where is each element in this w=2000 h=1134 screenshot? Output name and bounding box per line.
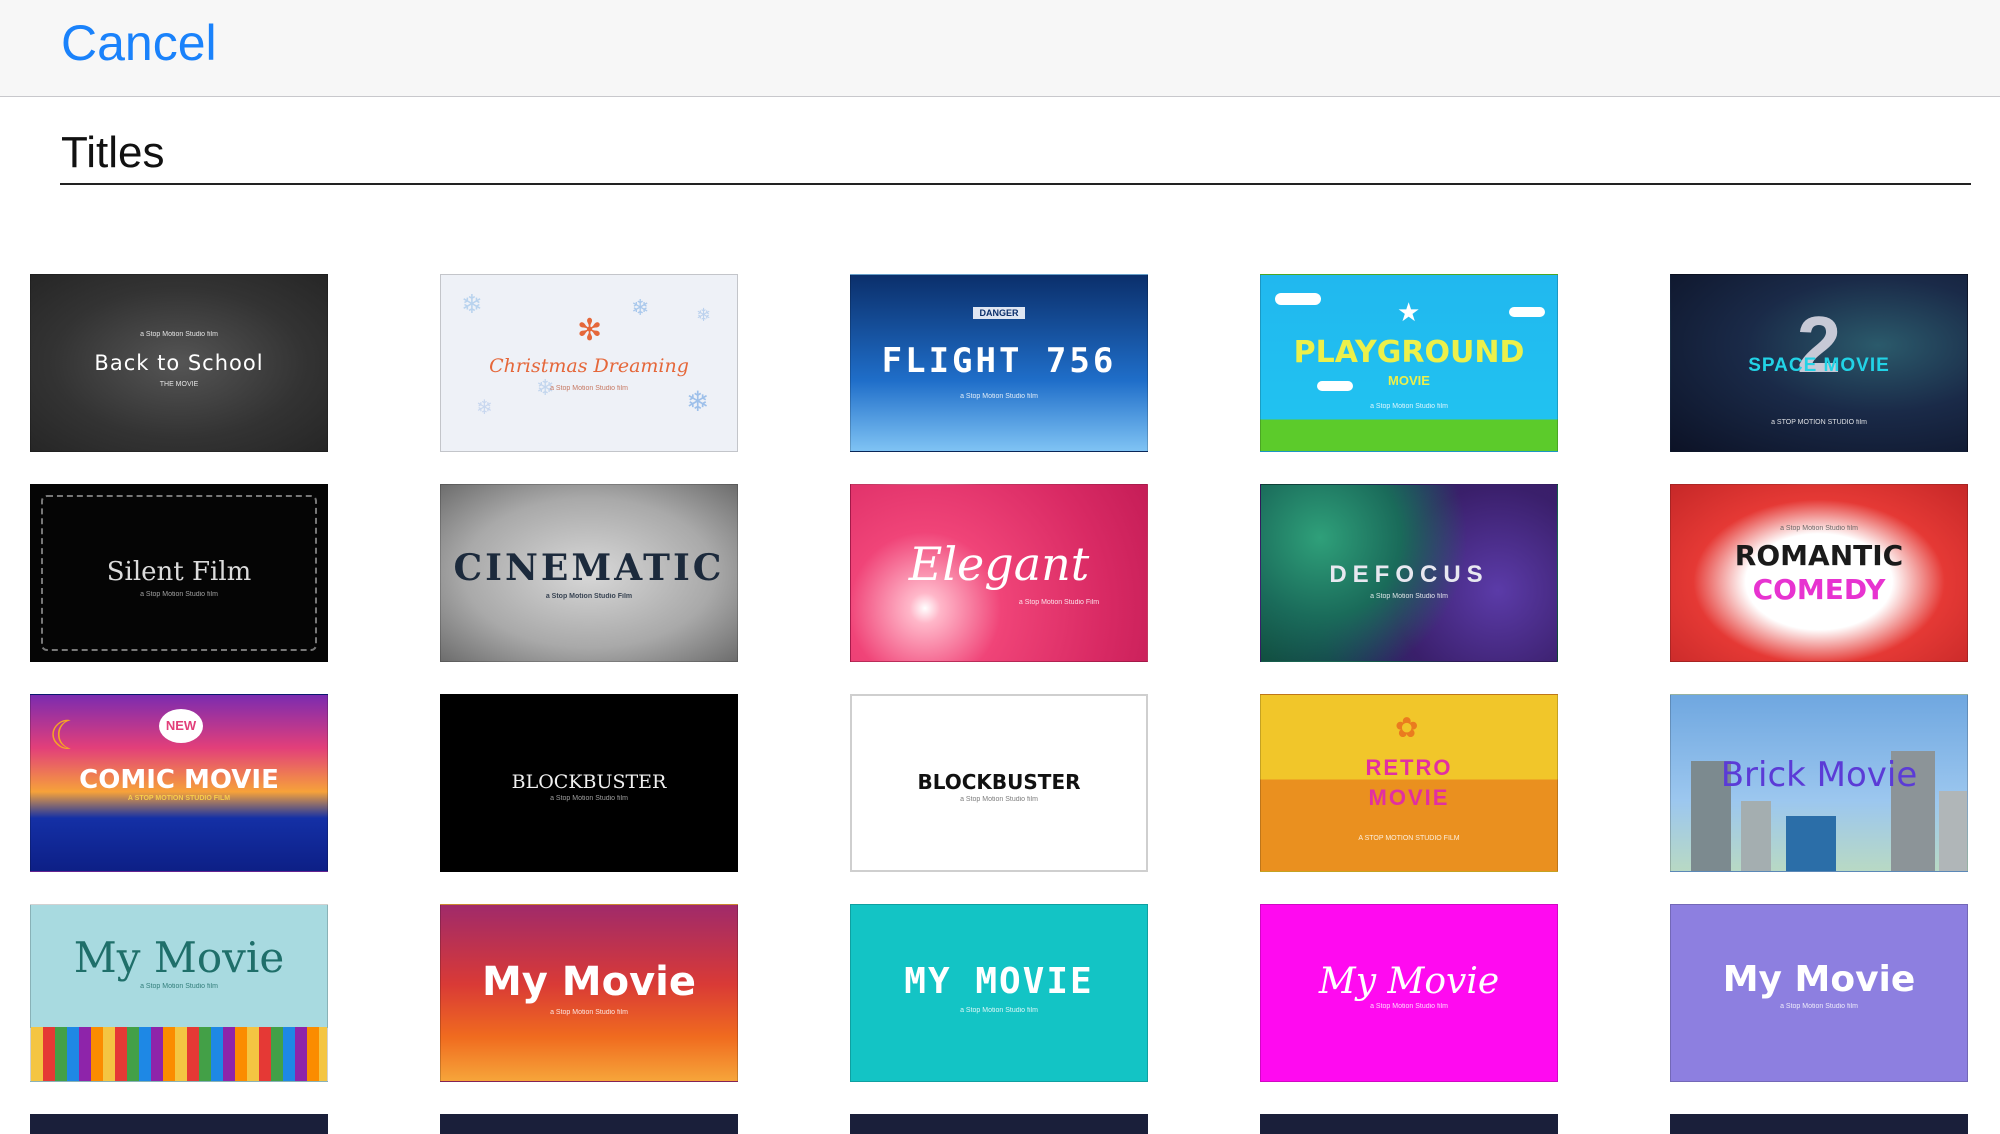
tile-title: Christmas Dreaming: [489, 355, 689, 377]
tile-title: MY MOVIE: [904, 961, 1094, 1002]
snowflake-icon: ❄: [696, 305, 712, 325]
tile-title-line2: MOVIE: [1368, 785, 1450, 810]
tile-partial[interactable]: [30, 1114, 328, 1134]
tile-flight-756[interactable]: DANGER FLIGHT 756 a Stop Motion Studio f…: [850, 274, 1148, 452]
snowflake-icon: ❄: [476, 397, 493, 419]
tile-subtitle: a Stop Motion Studio film: [140, 591, 218, 598]
tile-title: CINEMATIC: [453, 547, 725, 589]
tile-subtitle: a Stop Motion Studio film: [140, 983, 218, 990]
tile-subtitle: a STOP MOTION STUDIO film: [1771, 419, 1867, 426]
tile-subtitle: a Stop Motion Studio film: [550, 385, 628, 392]
tile-title: Elegant: [908, 537, 1090, 591]
tile-title: Silent Film: [106, 557, 252, 587]
tile-silent-film[interactable]: Silent Film a Stop Motion Studio film: [30, 484, 328, 662]
tile-title: My Movie: [1318, 961, 1500, 1002]
tile-retro-movie[interactable]: ✿ RETRO MOVIE A STOP MOTION STUDIO FILM: [1260, 694, 1558, 872]
flower-icon: ✿: [1395, 712, 1419, 743]
tile-partial[interactable]: [1260, 1114, 1558, 1134]
snowflake-icon: ❄: [461, 289, 483, 319]
tile-badge: NEW: [159, 709, 203, 743]
tile-subtitle: a Stop Motion Studio film: [960, 796, 1038, 803]
tile-my-movie-pencils[interactable]: My Movie a Stop Motion Studio film: [30, 904, 328, 1082]
tile-my-movie-magenta[interactable]: My Movie a Stop Motion Studio film: [1260, 904, 1558, 1082]
tile-partial[interactable]: [850, 1114, 1148, 1134]
tile-subtitle: a Stop Motion Studio film: [550, 795, 628, 802]
tile-tagline: a Stop Motion Studio film: [1780, 525, 1858, 532]
tile-title: COMIC MOVIE: [79, 765, 279, 795]
tile-subtitle: A STOP MOTION STUDIO FILM: [127, 795, 231, 802]
tile-partial[interactable]: [440, 1114, 738, 1134]
tile-title: My Movie: [481, 959, 696, 1005]
building: [1786, 816, 1836, 871]
tile-subtitle: THE MOVIE: [159, 381, 199, 388]
star-icon: ★: [1397, 297, 1421, 327]
tile-subtitle: a Stop Motion Studio Film: [1018, 599, 1100, 606]
tile-cinematic[interactable]: CINEMATIC a Stop Motion Studio Film: [440, 484, 738, 662]
moon-icon: ☾: [49, 714, 85, 758]
building: [1939, 791, 1967, 871]
cloud-icon: [1509, 307, 1545, 317]
tile-christmas-dreaming[interactable]: ❄ ❄ ❄ ❄ ❄ ❄ ✻ Christmas Dreaming a Stop …: [440, 274, 738, 452]
tile-subtitle: a Stop Motion Studio film: [1370, 593, 1448, 600]
tile-subtitle: a Stop Motion Studio film: [960, 393, 1038, 400]
tile-my-movie-teal[interactable]: MY MOVIE a Stop Motion Studio film: [850, 904, 1148, 1082]
tile-subtitle: a Stop Motion Studio film: [1370, 1003, 1448, 1010]
tile-title: PLAYGROUND: [1293, 335, 1525, 370]
pencils-illustration: [31, 1027, 327, 1081]
tile-badge-text: NEW: [165, 718, 197, 733]
tile-blockbuster-dark[interactable]: BLOCKBUSTER a Stop Motion Studio film: [440, 694, 738, 872]
tile-space-movie[interactable]: 2 SPACE MOVIE a STOP MOTION STUDIO film: [1670, 274, 1968, 452]
tile-title-line2: MOVIE: [1388, 373, 1430, 388]
tile-elegant[interactable]: Elegant a Stop Motion Studio Film: [850, 484, 1148, 662]
tile-my-movie-sunset[interactable]: My Movie a Stop Motion Studio film: [440, 904, 738, 1082]
tile-brick-movie[interactable]: Brick Movie: [1670, 694, 1968, 872]
tile-title: My Movie: [73, 933, 285, 982]
tile-partial[interactable]: [1670, 1114, 1968, 1134]
snowflake-icon: ❄: [631, 295, 650, 320]
tile-badge-wrap: DANGER: [851, 303, 1147, 321]
tile-title: BLOCKBUSTER: [511, 771, 667, 793]
tile-title: BLOCKBUSTER: [917, 770, 1081, 794]
tile-back-to-school[interactable]: a Stop Motion Studio film Back to School…: [30, 274, 328, 452]
tile-subtitle: a Stop Motion Studio film: [960, 1007, 1038, 1014]
tile-title: My Movie: [1722, 959, 1916, 1000]
tile-subtitle: a Stop Motion Studio film: [550, 1009, 628, 1016]
tile-blockbuster-light[interactable]: BLOCKBUSTER a Stop Motion Studio film: [850, 694, 1148, 872]
tile-comic-movie[interactable]: ☾ NEW COMIC MOVIE A STOP MOTION STUDIO F…: [30, 694, 328, 872]
tile-title: DEFOCUS: [1329, 561, 1489, 588]
building: [1741, 801, 1771, 871]
tile-title: RETRO: [1365, 755, 1453, 780]
tile-title: ROMANTIC: [1734, 539, 1904, 572]
tile-playground-movie[interactable]: ★ PLAYGROUND MOVIE a Stop Motion Studio …: [1260, 274, 1558, 452]
tile-tagline: a Stop Motion Studio film: [140, 331, 218, 338]
tile-my-movie-purple[interactable]: My Movie a Stop Motion Studio film: [1670, 904, 1968, 1082]
tile-title: FLIGHT 756: [881, 341, 1117, 381]
tile-subtitle: A STOP MOTION STUDIO FILM: [1358, 835, 1460, 842]
cloud-icon: [1275, 293, 1321, 305]
title-template-grid: a Stop Motion Studio film Back to School…: [0, 0, 2000, 1134]
flower-icon: ✻: [577, 314, 603, 347]
tile-subtitle: a Stop Motion Studio Film: [545, 593, 633, 600]
tile-title: SPACE MOVIE: [1748, 355, 1890, 376]
tile-subtitle: a Stop Motion Studio film: [1780, 1003, 1858, 1010]
tile-subtitle: a Stop Motion Studio film: [1370, 403, 1448, 410]
tile-romantic-comedy[interactable]: a Stop Motion Studio film ROMANTIC COMED…: [1670, 484, 1968, 662]
tile-badge: DANGER: [973, 307, 1025, 319]
tile-defocus[interactable]: DEFOCUS a Stop Motion Studio film: [1260, 484, 1558, 662]
tile-title-line2: COMEDY: [1752, 573, 1886, 606]
tile-title: Brick Movie: [1720, 755, 1918, 795]
tile-title: Back to School: [94, 351, 264, 375]
